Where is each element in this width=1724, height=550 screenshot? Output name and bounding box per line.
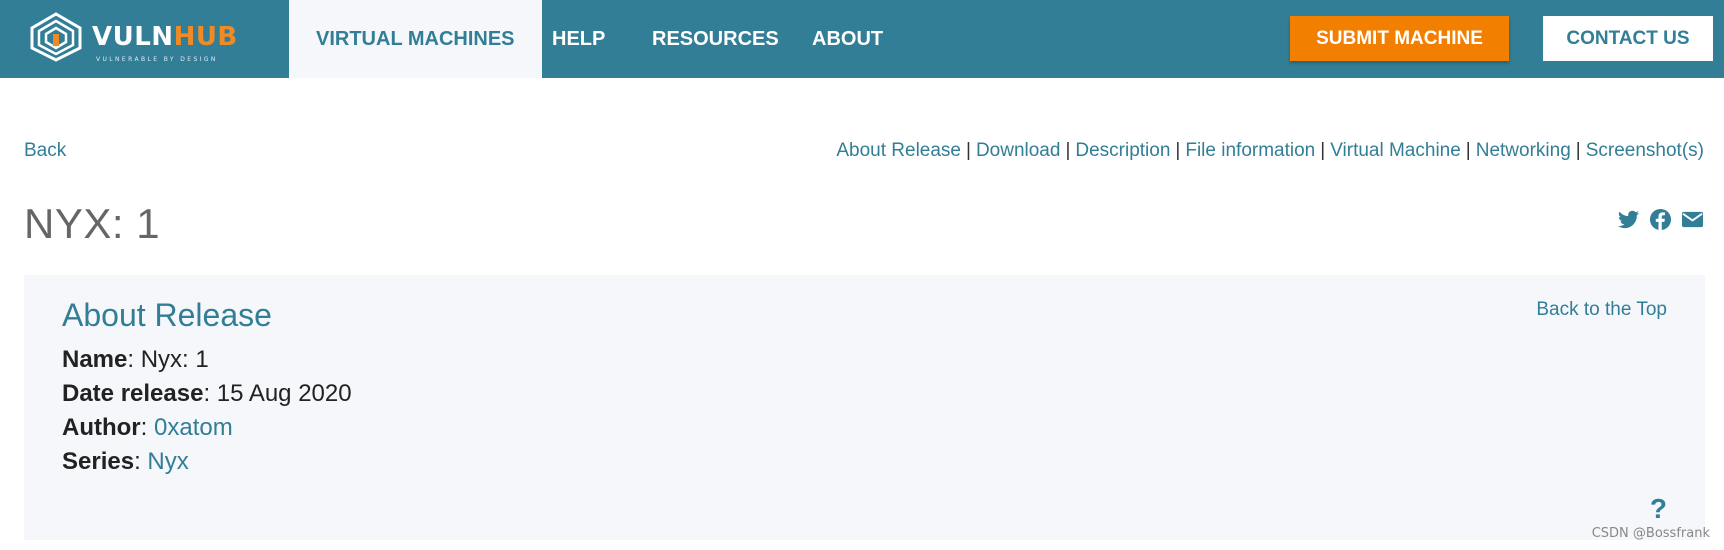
- facebook-icon[interactable]: [1649, 208, 1672, 231]
- anchor-networking[interactable]: Networking: [1476, 140, 1571, 161]
- author-link[interactable]: 0xatom: [154, 414, 233, 441]
- nav-resources[interactable]: RESOURCES: [652, 0, 779, 78]
- email-icon[interactable]: [1681, 208, 1704, 231]
- about-release-panel: About Release Back to the Top Name: Nyx:…: [24, 275, 1705, 540]
- about-release-heading: About Release: [62, 297, 272, 333]
- back-to-top-link[interactable]: Back to the Top: [1536, 299, 1667, 321]
- anchor-separator: |: [1465, 140, 1471, 161]
- back-link[interactable]: Back: [24, 140, 66, 162]
- submit-machine-button[interactable]: SUBMIT MACHINE: [1290, 16, 1509, 61]
- anchor-separator: |: [1320, 140, 1326, 161]
- anchor-file-information[interactable]: File information: [1185, 140, 1315, 161]
- vulnhub-logo[interactable]: VULNHUB VULNERABLE BY DESIGN: [28, 10, 238, 68]
- nav-help[interactable]: HELP: [552, 0, 605, 78]
- release-series-row: Series: Nyx: [62, 448, 189, 475]
- logo-wordmark: VULNHUB: [92, 22, 238, 52]
- release-name-row: Name: Nyx: 1: [62, 346, 209, 373]
- anchor-virtual-machine[interactable]: Virtual Machine: [1330, 140, 1461, 161]
- logo-tagline: VULNERABLE BY DESIGN: [96, 56, 218, 63]
- contact-us-button[interactable]: CONTACT US: [1543, 16, 1713, 61]
- anchor-separator: |: [1575, 140, 1581, 161]
- release-name-value: Nyx: 1: [140, 346, 209, 373]
- anchor-separator: |: [966, 140, 971, 161]
- help-icon[interactable]: ?: [1650, 493, 1667, 525]
- nav-about[interactable]: ABOUT: [812, 0, 883, 78]
- anchor-description[interactable]: Description: [1075, 140, 1170, 161]
- section-anchor-nav: About Release | Download | Description | File …: [836, 140, 1704, 162]
- watermark: CSDN @Bossfrank: [1591, 526, 1710, 541]
- anchor-download[interactable]: Download: [976, 140, 1061, 161]
- release-name-label: Name: [62, 346, 128, 373]
- top-navbar: VULNHUB VULNERABLE BY DESIGN VIRTUAL MAC…: [0, 0, 1724, 78]
- twitter-icon[interactable]: [1617, 208, 1640, 231]
- release-details: Name: Nyx: 1 Date release: 15 Aug 2020 A…: [62, 343, 352, 479]
- share-icons: [1617, 208, 1704, 231]
- release-date-row: Date release: 15 Aug 2020: [62, 380, 352, 407]
- release-author-label: Author: [62, 414, 141, 441]
- release-date-value: 15 Aug 2020: [216, 380, 352, 407]
- release-date-label: Date release: [62, 380, 204, 407]
- anchor-screenshots[interactable]: Screenshot(s): [1586, 140, 1704, 161]
- anchor-separator: |: [1065, 140, 1071, 161]
- page-title: NYX: 1: [24, 200, 161, 247]
- release-author-row: Author: 0xatom: [62, 414, 233, 441]
- anchor-separator: |: [1175, 140, 1181, 161]
- anchor-about-release[interactable]: About Release: [836, 140, 961, 161]
- nav-virtual-machines[interactable]: VIRTUAL MACHINES: [289, 0, 542, 78]
- series-link[interactable]: Nyx: [147, 448, 188, 475]
- logo-cube-icon: [30, 12, 82, 62]
- release-series-label: Series: [62, 448, 135, 475]
